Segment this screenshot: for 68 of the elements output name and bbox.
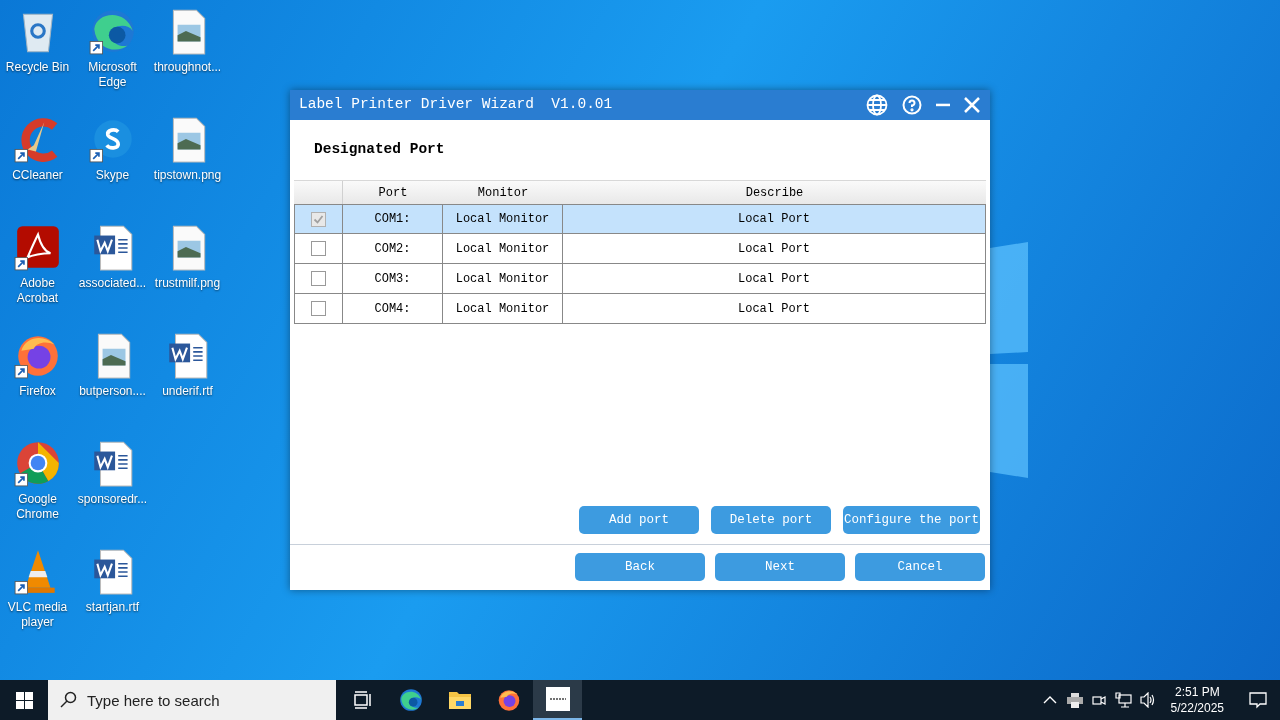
folder-icon [447, 689, 472, 711]
minimize-icon[interactable] [936, 103, 950, 107]
icon-label: throughnot... [152, 60, 223, 75]
help-icon[interactable] [902, 95, 922, 115]
taskbar-button[interactable] [533, 680, 582, 720]
icon-label: tipstown.png [152, 168, 223, 183]
wizard-nav-button[interactable]: Next [715, 553, 845, 581]
speaker-icon[interactable] [1139, 692, 1157, 708]
icon-label: VLC media player [6, 600, 69, 630]
table-cell-text: COM4: [374, 300, 411, 318]
icon-label: Google Chrome [15, 492, 60, 522]
table-cell-text: Local Monitor [455, 240, 550, 258]
icon-label: Firefox [18, 384, 57, 399]
table-cell-text: COM3: [374, 270, 411, 288]
clock-date: 5/22/2025 [1170, 700, 1224, 716]
table-cell-text: Local Monitor [455, 270, 550, 288]
icon-label: CCleaner [11, 168, 64, 183]
notification-icon [1249, 691, 1267, 709]
table-row[interactable]: COM3: Local Monitor Local Port [294, 264, 986, 294]
search-field[interactable]: Type here to search [48, 680, 336, 720]
clock[interactable]: 2:51 PM 5/22/2025 [1162, 684, 1232, 716]
column-header: Port [378, 184, 408, 202]
table-cell-text: Local Port [738, 240, 810, 258]
page-heading: Designated Port [314, 140, 445, 160]
wizard-nav-button[interactable]: Back [575, 553, 705, 581]
port-action-button[interactable]: Delete port [711, 506, 831, 534]
globe-icon[interactable] [866, 94, 888, 116]
table-row[interactable]: COM2: Local Monitor Local Port [294, 234, 986, 264]
search-icon [60, 691, 77, 708]
task-view-icon [351, 690, 372, 710]
icon-label: Adobe Acrobat [15, 276, 60, 306]
table-row[interactable]: COM4: Local Monitor Local Port [294, 294, 986, 324]
chevron-up-icon[interactable] [1042, 696, 1057, 704]
printer-icon[interactable] [1066, 692, 1083, 708]
icon-label: Microsoft Edge [87, 60, 138, 90]
icon-label: associated... [77, 276, 148, 291]
row-checkbox[interactable] [311, 241, 326, 256]
browser-icon [397, 687, 424, 713]
icon-label: startjan.rtf [84, 600, 141, 615]
table-cell-text: Local Port [738, 270, 810, 288]
icon-label: trustmilf.png [153, 276, 222, 291]
port-action-button[interactable]: Add port [579, 506, 699, 534]
clock-time: 2:51 PM [1174, 684, 1220, 700]
column-header: Describe [745, 184, 804, 202]
row-checkbox[interactable] [311, 301, 326, 316]
icon-label: sponsoredr... [76, 492, 149, 507]
table-row[interactable]: COM1: Local Monitor Local Port [294, 204, 986, 234]
wizard-nav-button[interactable]: Cancel [855, 553, 985, 581]
icon-label: underif.rtf [161, 384, 214, 399]
table-cell-text: Local Monitor [455, 300, 550, 318]
checkmark-icon [313, 213, 324, 225]
window-title: Label Printer Driver Wizard V1.0.01 [299, 95, 613, 115]
icon-label: Recycle Bin [4, 60, 71, 75]
app-window-icon [545, 687, 570, 711]
windows-icon [15, 691, 33, 709]
row-checkbox[interactable] [311, 271, 326, 286]
close-icon[interactable] [964, 97, 980, 113]
row-checkbox[interactable] [311, 211, 326, 227]
icon-label: Skype [94, 168, 131, 183]
network-icon[interactable] [1114, 692, 1132, 708]
table-cell-text: Local Monitor [455, 211, 550, 228]
port-action-button[interactable]: Configure the port [843, 506, 980, 534]
table-cell-text: Local Port [738, 300, 810, 318]
table-cell-text: Local Port [738, 211, 810, 228]
icon-label: butperson.... [78, 384, 147, 399]
table-cell-text: COM2: [374, 240, 411, 258]
column-header: Monitor [477, 184, 529, 202]
table-cell-text: COM1: [374, 211, 411, 228]
